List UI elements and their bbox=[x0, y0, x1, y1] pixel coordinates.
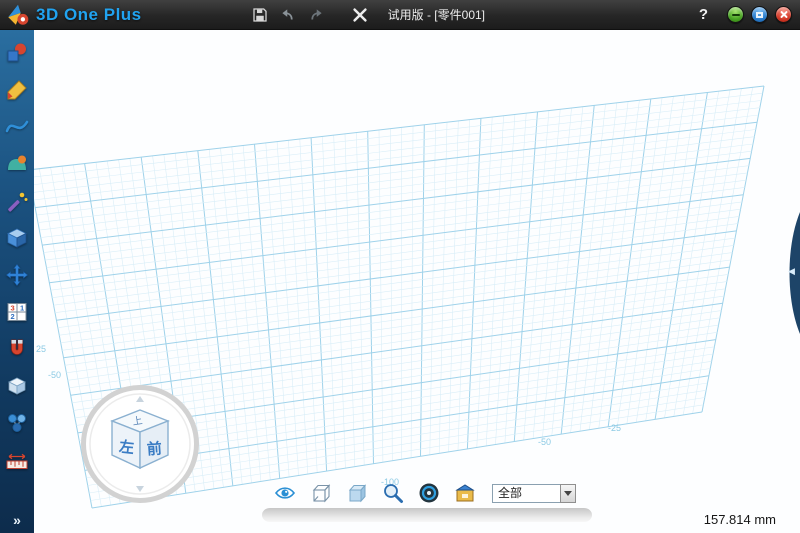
sidebar-expand-button[interactable]: » bbox=[13, 513, 21, 527]
shaded-cube-icon[interactable] bbox=[346, 482, 368, 504]
move-transform-icon[interactable] bbox=[5, 263, 29, 287]
undo-icon[interactable] bbox=[278, 5, 298, 25]
grid-axis-label: -50 bbox=[538, 437, 551, 447]
titlebar: 3D One Plus bbox=[0, 0, 800, 30]
assembly-icon[interactable] bbox=[5, 411, 29, 435]
scale-measurement: 157.814 mm bbox=[704, 512, 776, 527]
import-box-icon[interactable] bbox=[454, 482, 476, 504]
deform-icon[interactable] bbox=[5, 152, 29, 176]
shell-box-icon[interactable] bbox=[5, 374, 29, 398]
navcube-left-label: 左 bbox=[117, 437, 135, 457]
render-aperture-icon[interactable] bbox=[418, 482, 440, 504]
display-filter-dropdown-button[interactable] bbox=[560, 484, 576, 503]
display-toolbar: 全部 bbox=[274, 482, 576, 504]
document-toolbar: 试用版 - [零件001] bbox=[250, 5, 485, 25]
maximize-icon bbox=[756, 12, 763, 18]
primitives-icon[interactable] bbox=[5, 41, 29, 65]
zoom-icon[interactable] bbox=[382, 482, 404, 504]
document-title: 试用版 - [零件001] bbox=[388, 6, 485, 23]
cube-icon[interactable] bbox=[5, 226, 29, 250]
help-button[interactable]: ? bbox=[699, 6, 708, 23]
app-logo-icon bbox=[5, 2, 31, 28]
tools-sidebar: 312 » bbox=[0, 30, 34, 533]
close-icon bbox=[779, 10, 788, 19]
panel-collapse-arrow-icon: ◀ bbox=[788, 266, 795, 277]
viewport-canvas[interactable]: 25-50-125-100-50-25 上 左 前 bbox=[34, 30, 800, 533]
chevron-down-icon bbox=[564, 491, 572, 496]
magnet-icon[interactable] bbox=[5, 337, 29, 361]
maximize-button[interactable] bbox=[751, 6, 768, 23]
navcube-front-label: 前 bbox=[146, 439, 162, 458]
view-navigation-cube[interactable]: 上 左 前 bbox=[78, 382, 202, 506]
display-filter-value[interactable]: 全部 bbox=[492, 484, 560, 503]
wireframe-cube-icon[interactable] bbox=[310, 482, 332, 504]
save-icon[interactable] bbox=[250, 5, 270, 25]
navcube-top-label: 上 bbox=[132, 415, 144, 428]
measure-ruler-icon[interactable] bbox=[5, 448, 29, 472]
svg-text:2: 2 bbox=[11, 312, 15, 321]
app-window: 3D One Plus bbox=[0, 0, 800, 533]
display-filter-combobox: 全部 bbox=[492, 484, 576, 503]
grid-axis-label: 25 bbox=[36, 344, 46, 354]
redo-icon[interactable] bbox=[306, 5, 326, 25]
grid-axis-label: -25 bbox=[608, 423, 621, 433]
grid-axis-label: -50 bbox=[48, 370, 61, 380]
svg-text:1: 1 bbox=[20, 304, 24, 313]
close-button[interactable] bbox=[775, 6, 792, 23]
auto-dimension-icon[interactable]: 312 bbox=[5, 300, 29, 324]
close-doc-icon[interactable] bbox=[350, 5, 370, 25]
toolbar-dock-shadow bbox=[262, 508, 592, 522]
minimize-button[interactable] bbox=[727, 6, 744, 23]
visibility-eye-icon[interactable] bbox=[274, 482, 296, 504]
app-title: 3D One Plus bbox=[36, 5, 142, 25]
window-controls: ? bbox=[699, 6, 800, 23]
minimize-icon bbox=[732, 14, 740, 16]
curve-icon[interactable] bbox=[5, 115, 29, 139]
right-panel-handle[interactable]: ◀ bbox=[786, 212, 800, 334]
sketch-pencil-icon[interactable] bbox=[5, 78, 29, 102]
special-tools-icon[interactable] bbox=[5, 189, 29, 213]
